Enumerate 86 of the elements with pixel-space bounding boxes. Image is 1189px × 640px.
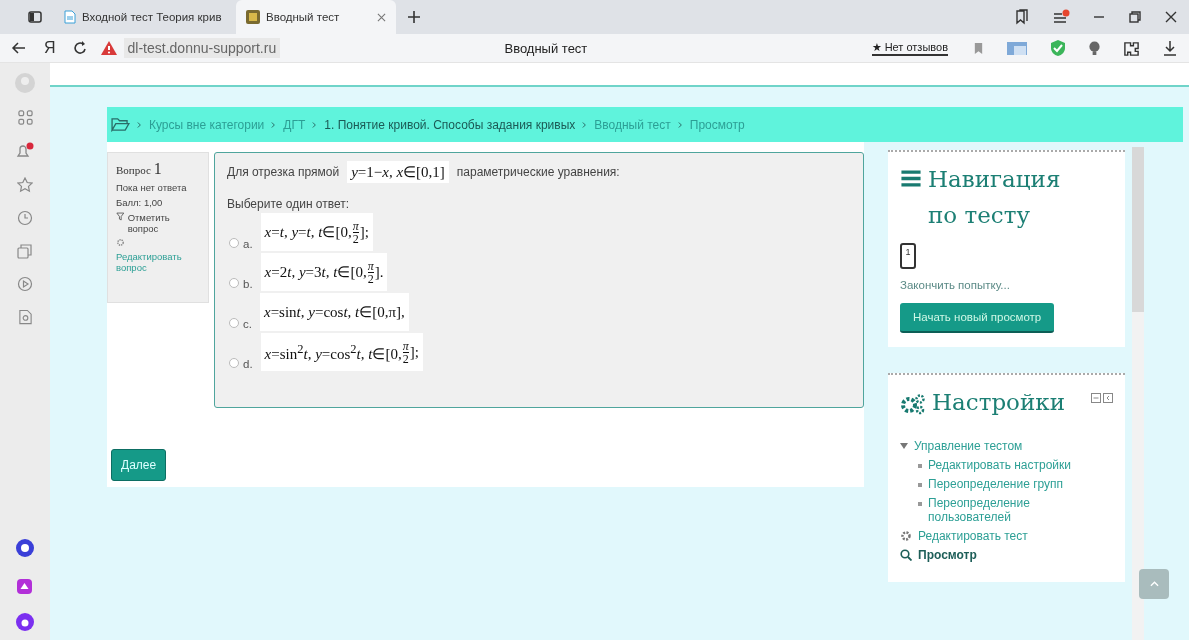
back-arrow-icon[interactable] bbox=[11, 40, 27, 56]
folder-icon[interactable] bbox=[111, 117, 130, 132]
settings-link[interactable]: Переопределение групп bbox=[928, 476, 1064, 491]
question-number: Вопрос 1 bbox=[116, 160, 162, 178]
breadcrumb-link[interactable]: Просмотр bbox=[689, 117, 745, 132]
answer-prompt: Выберите один ответ: bbox=[227, 197, 351, 211]
breadcrumb-link[interactable]: 1. Понятие кривой. Способы задания кривых bbox=[324, 117, 576, 132]
grid-icon[interactable] bbox=[17, 110, 33, 125]
chevron-icon bbox=[582, 120, 588, 129]
reviews-link[interactable]: ★ Нет отзывов bbox=[871, 40, 948, 56]
browser-tab[interactable]: Вводный тест bbox=[236, 0, 396, 34]
chevron-up-icon bbox=[1149, 581, 1159, 587]
chevron-icon bbox=[677, 120, 683, 129]
settings-link[interactable]: Управление тестом bbox=[914, 438, 1023, 453]
page-title: Вводный тест bbox=[503, 40, 589, 56]
bullet-icon bbox=[918, 463, 922, 468]
option-letter: c. bbox=[243, 318, 252, 330]
search-icon bbox=[900, 548, 912, 561]
gears-icon bbox=[900, 393, 926, 416]
bell-icon[interactable] bbox=[15, 142, 35, 160]
question-grade: Балл: 1,00 bbox=[116, 197, 163, 208]
settings-link[interactable]: Редактировать настройки bbox=[928, 457, 1072, 472]
question-status: Пока нет ответа bbox=[116, 182, 187, 193]
question-nav-button[interactable]: 1 bbox=[900, 243, 916, 270]
bullet-icon bbox=[918, 482, 922, 487]
scrollbar-thumb[interactable] bbox=[1132, 147, 1144, 312]
site-favicon-icon bbox=[246, 10, 260, 24]
navigation-title: Навигация по тесту bbox=[928, 165, 1062, 230]
settings-link[interactable]: Редактировать тест bbox=[918, 528, 1028, 543]
yandex-button[interactable]: Я bbox=[38, 39, 62, 57]
restore-icon[interactable] bbox=[1128, 10, 1142, 24]
gear-icon bbox=[900, 529, 912, 542]
shield-icon[interactable] bbox=[1050, 39, 1066, 57]
tabs-panel-icon[interactable] bbox=[27, 9, 43, 25]
puzzle-icon[interactable] bbox=[1123, 39, 1140, 57]
close-icon[interactable] bbox=[1164, 10, 1178, 24]
warning-icon[interactable] bbox=[99, 40, 118, 56]
url-field[interactable]: dl-test.donnu-support.ru bbox=[123, 38, 281, 58]
bookmark-icon[interactable] bbox=[973, 41, 984, 55]
clock-icon[interactable] bbox=[17, 210, 33, 226]
collections-icon[interactable] bbox=[17, 243, 33, 259]
chevron-icon bbox=[137, 120, 142, 129]
calendar-icon[interactable] bbox=[1006, 40, 1028, 56]
menu-icon[interactable] bbox=[1052, 9, 1070, 25]
chevron-icon bbox=[312, 120, 318, 129]
start-new-preview-button[interactable]: Начать новый просмотр bbox=[900, 303, 1055, 334]
settings-link[interactable]: Переопределение пользователей bbox=[928, 495, 1113, 524]
document-icon bbox=[64, 10, 76, 24]
formula: x=sint, y=cost, t∈[0,π], bbox=[259, 293, 409, 331]
bullet-icon bbox=[918, 501, 922, 506]
option-letter: b. bbox=[243, 278, 253, 290]
chevron-icon bbox=[271, 120, 277, 129]
bookmarks-icon[interactable] bbox=[1014, 9, 1030, 25]
star-icon[interactable] bbox=[17, 177, 33, 193]
radio-button[interactable] bbox=[229, 318, 239, 328]
flag-question-link[interactable]: Отметить вопрос bbox=[127, 212, 200, 234]
next-button[interactable]: Далее bbox=[111, 449, 167, 481]
lightbulb-icon[interactable] bbox=[1088, 39, 1101, 57]
expand-triangle-icon[interactable] bbox=[900, 441, 908, 450]
radio-button[interactable] bbox=[229, 278, 239, 288]
reload-icon[interactable] bbox=[72, 40, 89, 56]
option-letter: d. bbox=[243, 358, 253, 370]
browser-tab[interactable]: Входной тест Теория крив bbox=[54, 0, 236, 34]
chat-bubble-icon[interactable] bbox=[15, 538, 35, 558]
download-icon[interactable] bbox=[1162, 40, 1178, 56]
edit-question-link[interactable]: Редактировать вопрос bbox=[116, 251, 200, 273]
radio-button[interactable] bbox=[229, 238, 239, 248]
question-text: Для отрезка прямой bbox=[227, 165, 340, 179]
settings-title: Настройки bbox=[932, 388, 1066, 418]
option-letter: a. bbox=[243, 238, 253, 250]
assistant-icon[interactable] bbox=[15, 612, 35, 632]
dock-controls-icon[interactable] bbox=[1091, 393, 1113, 404]
menu-icon[interactable] bbox=[900, 170, 922, 187]
document-search-icon[interactable] bbox=[17, 309, 33, 325]
gear-icon[interactable] bbox=[116, 238, 125, 247]
play-icon[interactable] bbox=[17, 276, 33, 292]
radio-button[interactable] bbox=[229, 358, 239, 368]
question-text: параметрические уравнения: bbox=[456, 165, 620, 179]
formula: y=1−x, x∈[0,1] bbox=[347, 161, 449, 183]
new-tab-icon[interactable] bbox=[407, 10, 421, 24]
settings-link[interactable]: Просмотр bbox=[918, 547, 977, 562]
flag-icon[interactable] bbox=[116, 212, 125, 221]
breadcrumb-link[interactable]: ДГТ bbox=[283, 117, 306, 132]
breadcrumb-link[interactable]: Курсы вне категории bbox=[149, 117, 265, 132]
finish-attempt-link[interactable]: Закончить попытку... bbox=[900, 279, 1113, 292]
breadcrumb-link[interactable]: Вводный тест bbox=[594, 117, 671, 132]
